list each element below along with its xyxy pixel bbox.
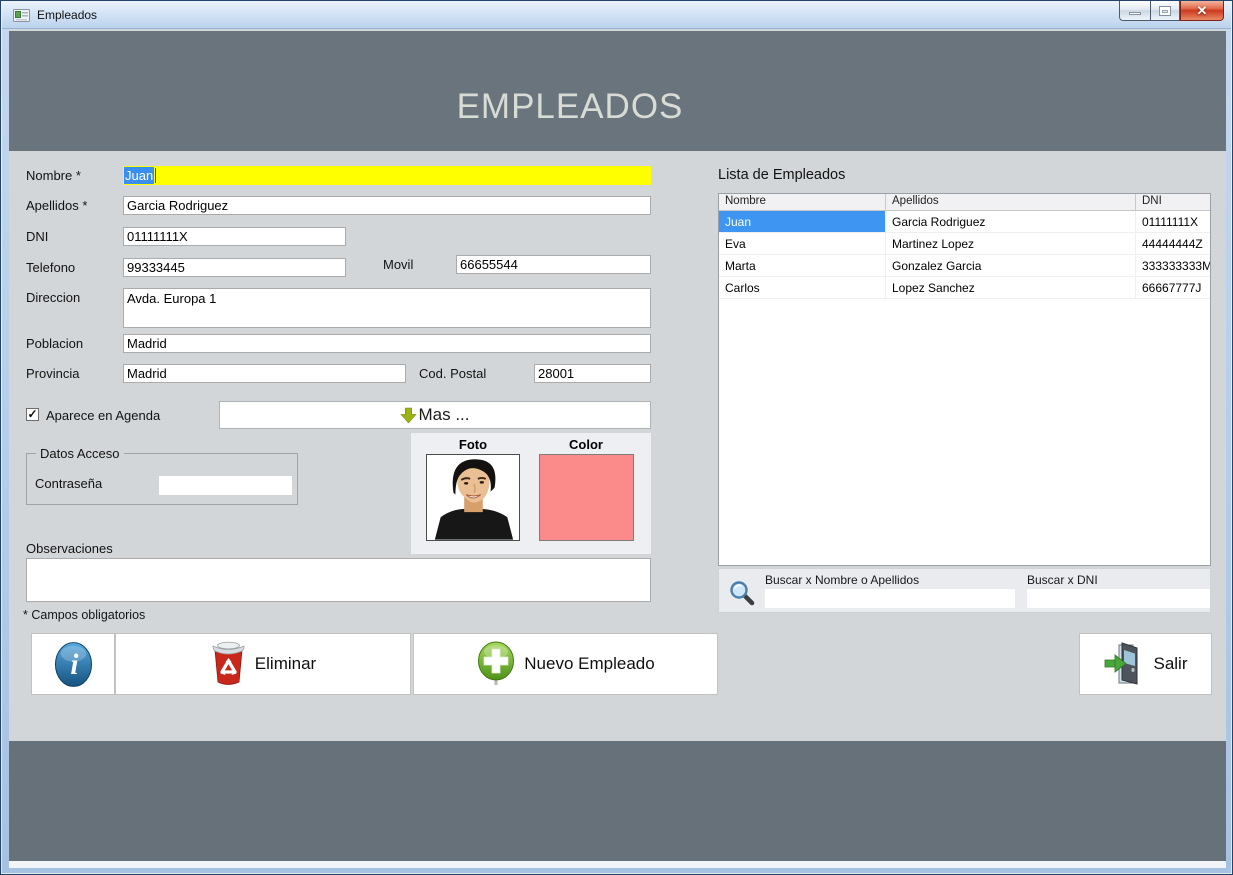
cell-nombre[interactable]: Eva bbox=[719, 233, 886, 254]
provincia-label: Provincia bbox=[26, 366, 79, 381]
cell-dni[interactable]: 66667777J bbox=[1136, 277, 1210, 298]
portrait-illustration bbox=[427, 455, 519, 540]
minimize-icon bbox=[1129, 12, 1141, 15]
list-title: Lista de Empleados bbox=[718, 167, 845, 183]
direccion-input[interactable]: Avda. Europa 1 bbox=[123, 288, 651, 328]
dni-input[interactable] bbox=[123, 227, 346, 246]
mas-label: Mas ... bbox=[418, 405, 469, 425]
color-label: Color bbox=[539, 437, 633, 452]
required-note: * Campos obligatorios bbox=[23, 608, 145, 622]
column-header-dni[interactable]: DNI bbox=[1136, 194, 1210, 210]
agenda-label: Aparece en Agenda bbox=[46, 408, 160, 423]
cell-apellidos[interactable]: Lopez Sanchez bbox=[886, 277, 1136, 298]
check-icon: ✓ bbox=[27, 408, 37, 420]
table-row[interactable]: Eva Martinez Lopez 44444444Z bbox=[719, 233, 1210, 255]
cell-apellidos[interactable]: Gonzalez Garcia bbox=[886, 255, 1136, 276]
window-controls: ✕ bbox=[1119, 1, 1224, 21]
mas-button[interactable]: Mas ... bbox=[219, 401, 651, 429]
cell-dni[interactable]: 333333333M bbox=[1136, 255, 1210, 276]
telefono-input[interactable] bbox=[123, 258, 346, 277]
search-dni-input[interactable] bbox=[1027, 589, 1210, 608]
movil-label: Movil bbox=[383, 257, 413, 272]
movil-input[interactable] bbox=[456, 255, 651, 274]
arrow-down-icon bbox=[400, 407, 417, 424]
datos-acceso-title: Datos Acceso bbox=[36, 446, 124, 461]
client-area: EMPLEADOS Nombre * Apellidos * DNI Telef… bbox=[9, 29, 1226, 868]
search-panel: Buscar x Nombre o Apellidos Buscar x DNI bbox=[718, 568, 1211, 613]
text-caret bbox=[155, 168, 156, 183]
minimize-button[interactable] bbox=[1119, 1, 1150, 21]
foto-color-panel: Foto Color bbox=[411, 433, 651, 554]
poblacion-label: Poblacion bbox=[26, 336, 83, 351]
cell-dni[interactable]: 01111111X bbox=[1136, 211, 1210, 232]
contrasena-input[interactable] bbox=[159, 476, 292, 495]
poblacion-input[interactable] bbox=[123, 334, 651, 353]
cod-postal-input[interactable] bbox=[534, 364, 651, 383]
observaciones-label: Observaciones bbox=[26, 541, 113, 556]
cell-apellidos[interactable]: Martinez Lopez bbox=[886, 233, 1136, 254]
search-dni-label: Buscar x DNI bbox=[1027, 573, 1098, 587]
maximize-button[interactable] bbox=[1150, 1, 1180, 21]
svg-text:i: i bbox=[70, 649, 78, 681]
table-row[interactable]: Juan Garcia Rodriguez 01111111X bbox=[719, 211, 1210, 233]
agenda-checkbox[interactable]: ✓ bbox=[26, 408, 39, 421]
header-band: EMPLEADOS bbox=[9, 31, 1226, 151]
telefono-label: Telefono bbox=[26, 260, 75, 275]
footer-gap bbox=[9, 861, 1226, 868]
window-title: Empleados bbox=[37, 8, 97, 22]
contrasena-label: Contraseña bbox=[35, 476, 102, 491]
cell-dni[interactable]: 44444444Z bbox=[1136, 233, 1210, 254]
cell-nombre[interactable]: Carlos bbox=[719, 277, 886, 298]
provincia-input[interactable] bbox=[123, 364, 406, 383]
direccion-label: Direccion bbox=[26, 290, 80, 305]
info-icon: i bbox=[54, 641, 93, 688]
close-button[interactable]: ✕ bbox=[1180, 1, 1224, 21]
employee-photo[interactable] bbox=[426, 454, 520, 541]
trash-icon bbox=[210, 641, 247, 687]
cell-apellidos[interactable]: Garcia Rodriguez bbox=[886, 211, 1136, 232]
nuevo-empleado-label: Nuevo Empleado bbox=[524, 654, 654, 674]
app-window: Empleados ✕ EMPLEADOS Nombre * Apellidos… bbox=[0, 0, 1233, 875]
info-button[interactable]: i bbox=[31, 633, 115, 695]
page-title: EMPLEADOS bbox=[9, 87, 1131, 127]
employees-table: Nombre Apellidos DNI Juan Garcia Rodrigu… bbox=[718, 193, 1211, 566]
maximize-icon bbox=[1159, 6, 1171, 16]
table-header: Nombre Apellidos DNI bbox=[719, 194, 1210, 211]
close-icon: ✕ bbox=[1197, 4, 1208, 17]
search-name-label: Buscar x Nombre o Apellidos bbox=[765, 573, 919, 587]
eliminar-button[interactable]: Eliminar bbox=[115, 633, 411, 695]
salir-button[interactable]: Salir bbox=[1079, 633, 1212, 695]
footer-band bbox=[9, 741, 1226, 861]
search-icon bbox=[729, 580, 755, 606]
cell-nombre[interactable]: Juan bbox=[719, 211, 886, 232]
apellidos-input[interactable] bbox=[123, 196, 651, 215]
cell-nombre[interactable]: Marta bbox=[719, 255, 886, 276]
dni-label: DNI bbox=[26, 229, 48, 244]
nuevo-empleado-button[interactable]: Nuevo Empleado bbox=[413, 633, 718, 695]
search-name-input[interactable] bbox=[765, 589, 1015, 608]
color-swatch[interactable] bbox=[539, 454, 634, 541]
nombre-selected-text: Juan bbox=[124, 167, 154, 184]
column-header-nombre[interactable]: Nombre bbox=[719, 194, 886, 210]
apellidos-label: Apellidos * bbox=[26, 198, 87, 213]
datos-acceso-group: Datos Acceso Contraseña bbox=[26, 453, 298, 505]
exit-door-icon bbox=[1103, 642, 1145, 686]
column-header-apellidos[interactable]: Apellidos bbox=[886, 194, 1136, 210]
salir-label: Salir bbox=[1153, 654, 1187, 674]
table-row[interactable]: Carlos Lopez Sanchez 66667777J bbox=[719, 277, 1210, 299]
table-row[interactable]: Marta Gonzalez Garcia 333333333M bbox=[719, 255, 1210, 277]
title-bar: Empleados ✕ bbox=[2, 2, 1231, 29]
nombre-label: Nombre * bbox=[26, 168, 81, 183]
plus-icon bbox=[476, 641, 516, 687]
app-icon bbox=[13, 8, 30, 23]
nombre-input[interactable]: Juan bbox=[123, 166, 651, 185]
foto-label: Foto bbox=[426, 437, 520, 452]
cod-postal-label: Cod. Postal bbox=[419, 366, 486, 381]
observaciones-input[interactable] bbox=[26, 558, 651, 602]
eliminar-label: Eliminar bbox=[255, 654, 316, 674]
